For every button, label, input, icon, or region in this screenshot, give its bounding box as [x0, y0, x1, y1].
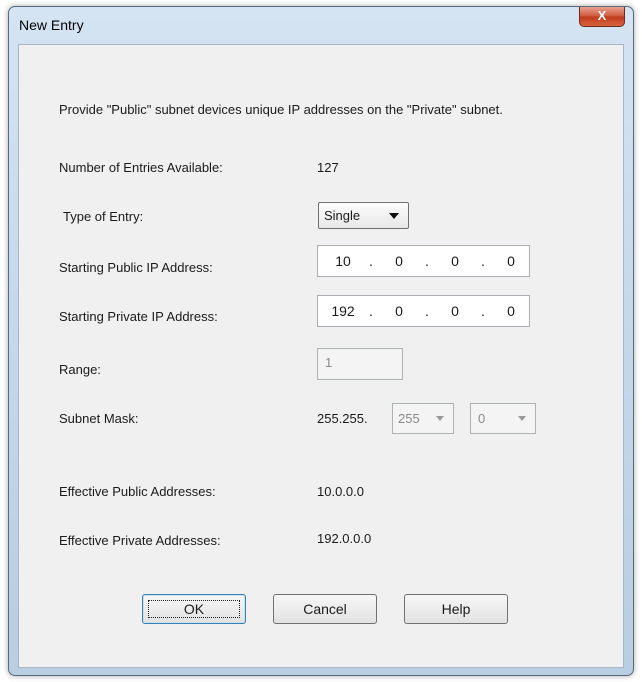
range-label: Range: — [59, 362, 101, 377]
chevron-down-icon — [389, 212, 399, 219]
subnet-mask-label: Subnet Mask: — [59, 411, 139, 426]
cancel-button-label: Cancel — [303, 601, 347, 617]
ip-dot: . — [481, 303, 485, 319]
start-public-ip-input[interactable]: 10 . 0 . 0 . 0 — [317, 245, 530, 277]
ip-dot: . — [425, 303, 429, 319]
chevron-down-icon — [436, 416, 444, 421]
ip-octet[interactable]: 0 — [438, 253, 472, 269]
title-bar[interactable]: New Entry X — [9, 7, 633, 43]
ip-octet[interactable]: 0 — [494, 253, 528, 269]
ip-octet[interactable]: 192 — [326, 303, 360, 319]
ip-dot: . — [369, 303, 373, 319]
close-icon: X — [597, 8, 607, 23]
effective-private-label: Effective Private Addresses: — [59, 533, 221, 548]
ip-octet[interactable]: 0 — [382, 303, 416, 319]
help-button-label: Help — [441, 601, 471, 617]
dialog-window: New Entry X Provide "Public" subnet devi… — [8, 6, 634, 676]
ip-octet[interactable]: 0 — [494, 303, 528, 319]
ip-dot: . — [425, 253, 429, 269]
help-button[interactable]: Help — [404, 594, 508, 624]
cancel-button[interactable]: Cancel — [273, 594, 377, 624]
range-input[interactable]: 1 — [317, 348, 403, 380]
type-of-entry-value: Single — [324, 208, 361, 223]
type-of-entry-label: Type of Entry: — [63, 209, 144, 224]
entries-available-value: 127 — [317, 160, 339, 175]
ip-dot: . — [369, 253, 373, 269]
description-text: Provide "Public" subnet devices unique I… — [59, 102, 503, 117]
focus-ring — [148, 600, 240, 618]
window-title: New Entry — [19, 17, 84, 33]
dialog-body: Provide "Public" subnet devices unique I… — [18, 44, 624, 668]
type-of-entry-select[interactable]: Single — [318, 202, 409, 229]
ip-octet[interactable]: 10 — [326, 253, 360, 269]
range-value: 1 — [325, 355, 333, 370]
effective-private-value: 192.0.0.0 — [317, 531, 372, 546]
subnet-mask-third-select[interactable]: 255 — [392, 403, 454, 434]
chevron-down-icon — [518, 416, 526, 421]
subnet-mask-prefix: 255.255. — [317, 411, 368, 426]
effective-public-value: 10.0.0.0 — [317, 484, 364, 499]
subnet-mask-fourth-value: 0 — [478, 411, 486, 426]
start-private-ip-label: Starting Private IP Address: — [59, 309, 218, 324]
subnet-mask-third-value: 255 — [398, 411, 420, 426]
ip-dot: . — [481, 253, 485, 269]
subnet-mask-fourth-select[interactable]: 0 — [470, 403, 536, 434]
ip-octet[interactable]: 0 — [382, 253, 416, 269]
ip-octet[interactable]: 0 — [438, 303, 472, 319]
ok-button[interactable]: OK — [142, 594, 246, 624]
start-private-ip-input[interactable]: 192 . 0 . 0 . 0 — [317, 295, 530, 327]
start-public-ip-label: Starting Public IP Address: — [59, 260, 213, 275]
close-button[interactable]: X — [579, 7, 625, 27]
entries-available-label: Number of Entries Available: — [59, 160, 223, 175]
effective-public-label: Effective Public Addresses: — [59, 484, 216, 499]
